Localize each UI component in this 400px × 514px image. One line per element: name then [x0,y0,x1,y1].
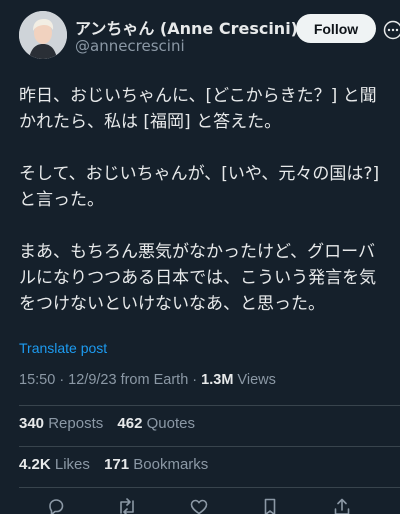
tweet-line: をつけないといけないなあ、と思った。 [19,294,325,314]
bookmarks-stat[interactable]: 171 Bookmarks [104,456,208,473]
tweet-header: アンちゃん (Anne Crescini) @annecrescini Foll… [19,11,400,59]
views-label: Views [233,372,276,388]
quotes-stat[interactable]: 462 Quotes [117,415,195,432]
tweet-line: ルになりつつある日本では、こういう発言を気 [19,268,377,288]
likes-count: 4.2K [19,456,51,473]
stats-row-likes-bookmarks: 4.2K Likes 171 Bookmarks [19,456,218,473]
display-name[interactable]: アンちゃん (Anne Crescini) [75,15,298,39]
bookmark-icon[interactable] [258,496,282,514]
bookmarks-label: Bookmarks [133,456,209,473]
avatar[interactable] [19,11,67,59]
divider [19,446,400,447]
follow-button[interactable]: Follow [296,14,376,43]
quotes-count: 462 [117,415,143,432]
tweet-text: 昨日、おじいちゃんに、[どこからきた？] と聞 かれたら、私は [福岡] と答え… [19,83,385,317]
tweet-paragraph: そして、おじいちゃんが、[いや、元々の国は?] と言った。 [19,161,385,213]
share-icon[interactable] [330,496,354,514]
translate-post-link[interactable]: Translate post [19,340,107,356]
like-icon[interactable] [187,496,211,514]
repost-icon[interactable] [115,496,139,514]
tweet-line: そして、おじいちゃんが、[いや、元々の国は?] [19,164,380,184]
reposts-count: 340 [19,415,45,432]
reposts-stat[interactable]: 340 Reposts [19,415,103,432]
timestamp[interactable]: 15:50 · 12/9/23 from Earth · [19,372,201,388]
avatar-image [19,11,67,59]
likes-label: Likes [54,456,90,473]
tweet-line: 昨日、おじいちゃんに、[どこからきた？] と聞 [19,86,377,106]
tweet-detail: アンちゃん (Anne Crescini) @annecrescini Foll… [0,0,400,514]
more-options-icon[interactable] [382,19,400,41]
tweet-metadata: 15:50 · 12/9/23 from Earth · 1.3M Views [19,372,276,388]
tweet-paragraph: まあ、もちろん悪気がなかったけど、グローバ ルになりつつある日本では、こういう発… [19,239,385,317]
reposts-label: Reposts [48,415,104,432]
tweet-line: と言った。 [19,190,104,210]
likes-stat[interactable]: 4.2K Likes [19,456,90,473]
views-count: 1.3M [201,372,234,388]
bookmarks-count: 171 [104,456,130,473]
quotes-label: Quotes [146,415,195,432]
divider [19,487,400,488]
reply-icon[interactable] [44,496,68,514]
tweet-line: かれたら、私は [福岡] と答えた。 [19,112,282,132]
divider [19,405,400,406]
tweet-paragraph: 昨日、おじいちゃんに、[どこからきた？] と聞 かれたら、私は [福岡] と答え… [19,83,385,135]
user-handle[interactable]: @annecrescini [75,37,185,55]
action-bar [0,496,400,514]
tweet-line: まあ、もちろん悪気がなかったけど、グローバ [19,242,375,262]
stats-row-reposts-quotes: 340 Reposts 462 Quotes [19,415,205,432]
